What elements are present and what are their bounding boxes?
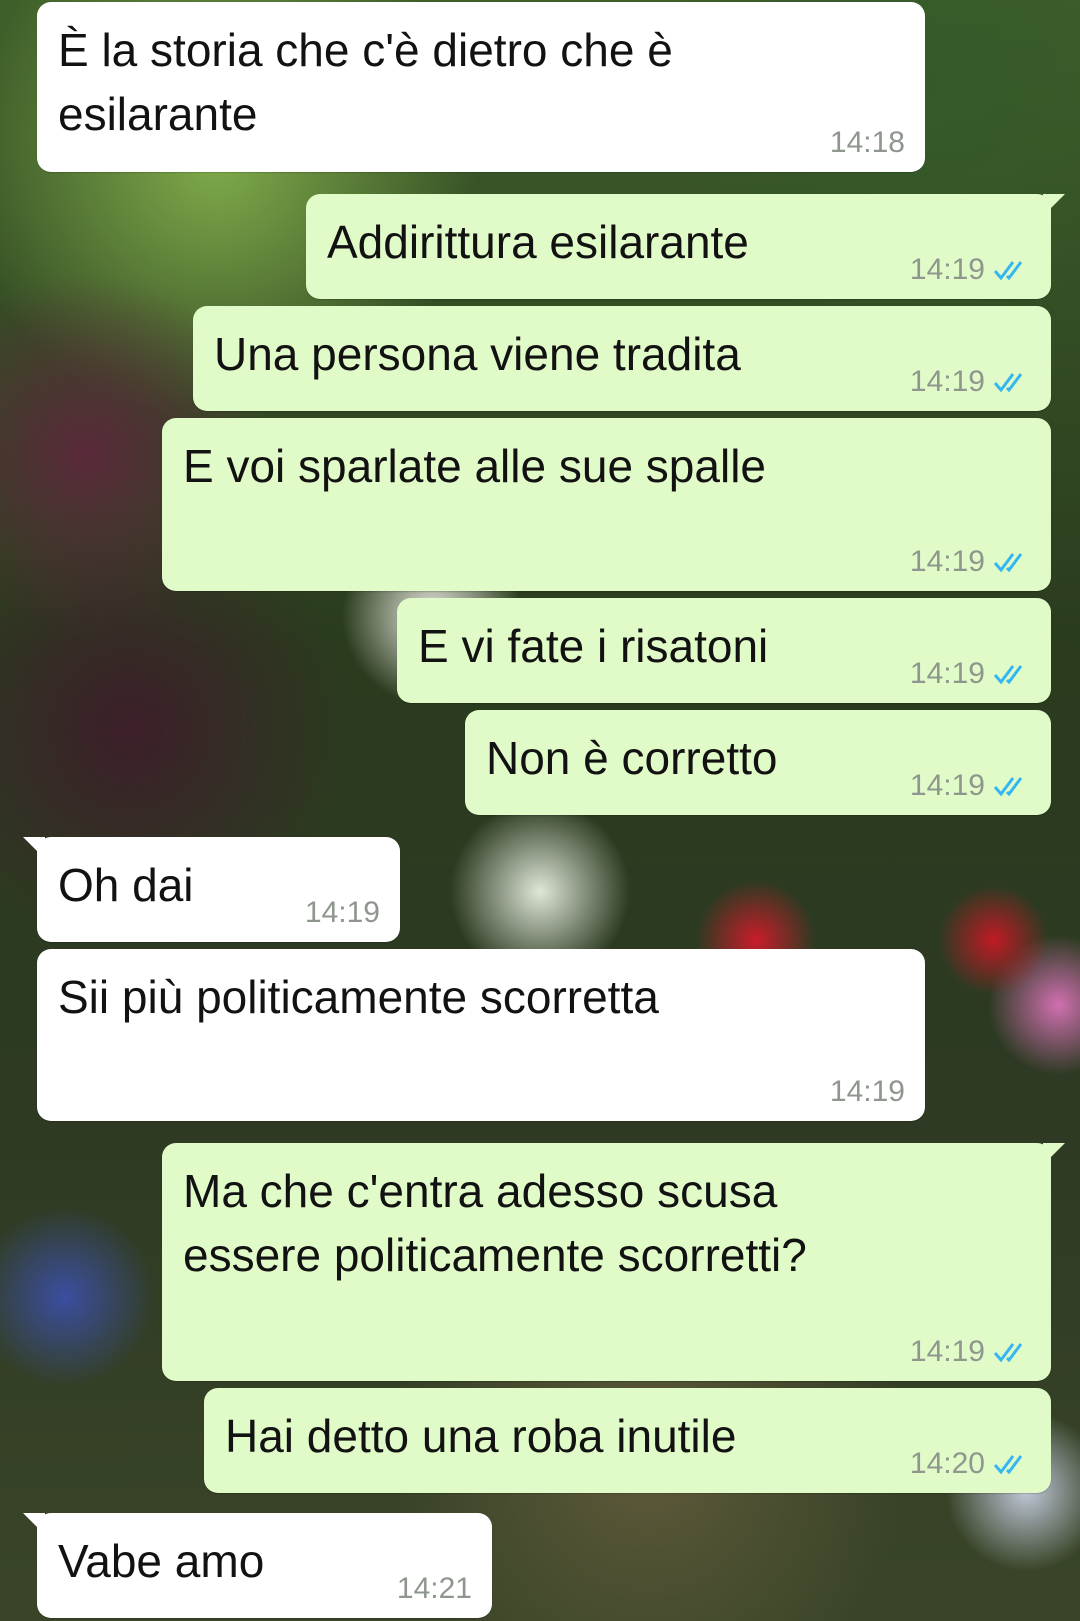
message-bubble-incoming[interactable]: Sii più politicamente scorretta 14:19 (37, 949, 925, 1121)
message-bubble-outgoing[interactable]: Ma che c'entra adesso scusa essere polit… (162, 1143, 1065, 1381)
message-bubble-outgoing[interactable]: E vi fate i risatoni 14:19 (397, 598, 1051, 703)
message-meta: 14:19 (910, 365, 1031, 399)
message-text: Oh dai (58, 859, 194, 911)
message-text: Addirittura esilarante (327, 216, 749, 268)
bubble-tail (23, 837, 45, 859)
message-bubble-outgoing[interactable]: Una persona viene tradita 14:19 (193, 306, 1051, 411)
message-meta: 14:19 (910, 1335, 1031, 1369)
message-meta: 14:19 (910, 545, 1031, 579)
message-text: È la storia che c'è dietro che è esilara… (58, 24, 673, 140)
double-check-icon (993, 1343, 1023, 1363)
message-meta: 14:19 (910, 657, 1031, 691)
double-check-icon (993, 373, 1023, 393)
message-time: 14:18 (829, 126, 905, 159)
bubble-tail (1043, 194, 1065, 216)
message-bubble-outgoing[interactable]: Hai detto una roba inutile 14:20 (204, 1388, 1051, 1493)
double-check-icon (993, 665, 1023, 685)
message-text: Vabe amo (58, 1535, 265, 1587)
message-bubble-outgoing[interactable]: Addirittura esilarante 14:19 (306, 194, 1065, 299)
message-time: 14:20 (909, 1447, 985, 1480)
message-text: Sii più politicamente scorretta (58, 971, 659, 1023)
message-time: 14:19 (909, 253, 985, 286)
message-bubble-outgoing[interactable]: Non è corretto 14:19 (465, 710, 1051, 815)
message-time: 14:19 (304, 896, 380, 929)
bubble-tail (1043, 1143, 1065, 1165)
message-text: Hai detto una roba inutile (225, 1410, 737, 1462)
message-time: 14:19 (909, 1335, 985, 1368)
message-bubble-incoming[interactable]: Oh dai 14:19 (23, 837, 400, 942)
message-text: Una persona viene tradita (214, 328, 741, 380)
message-text: Non è corretto (486, 732, 778, 784)
message-bubble-incoming[interactable]: Vabe amo 14:21 (23, 1513, 492, 1618)
double-check-icon (993, 261, 1023, 281)
message-text: Ma che c'entra adesso scusa essere polit… (183, 1165, 807, 1281)
message-text: E vi fate i risatoni (418, 620, 769, 672)
message-time: 14:19 (909, 657, 985, 690)
message-text: E voi sparlate alle sue spalle (183, 440, 766, 492)
double-check-icon (993, 1455, 1023, 1475)
message-bubble-incoming[interactable]: È la storia che c'è dietro che è esilara… (37, 2, 925, 172)
message-time: 14:19 (909, 545, 985, 578)
message-time: 14:19 (829, 1075, 905, 1108)
double-check-icon (993, 553, 1023, 573)
message-time: 14:19 (909, 769, 985, 802)
message-meta: 14:19 (910, 253, 1031, 287)
message-meta: 14:19 (910, 769, 1031, 803)
message-time: 14:19 (909, 365, 985, 398)
double-check-icon (993, 777, 1023, 797)
message-time: 14:21 (396, 1572, 472, 1605)
bubble-tail (23, 1513, 45, 1535)
message-meta: 14:20 (910, 1447, 1031, 1481)
message-bubble-outgoing[interactable]: E voi sparlate alle sue spalle 14:19 (162, 418, 1051, 591)
